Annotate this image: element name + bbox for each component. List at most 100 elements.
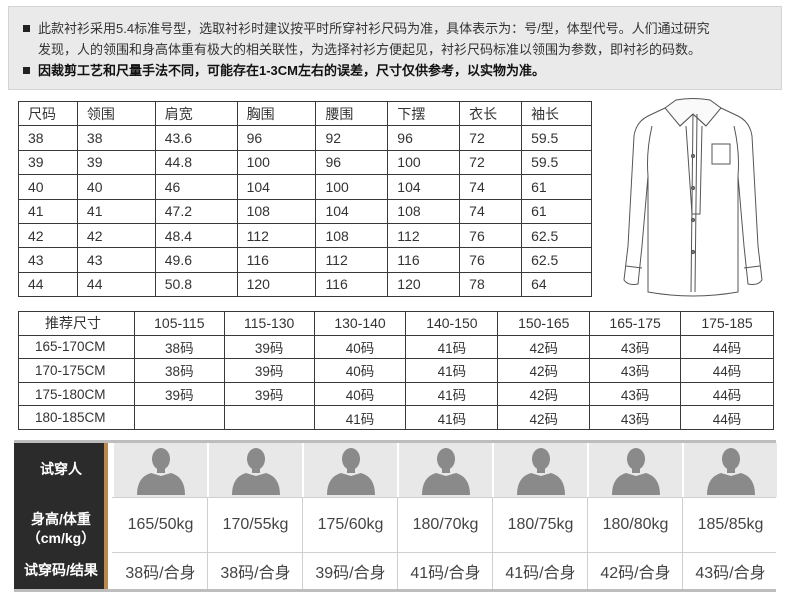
notice-line-2: 发现，人的领围和身高体重有极大的相关联性，为选择衬衫方便起见，衬衫尺码标准以领围… — [23, 39, 771, 60]
column-header: 领围 — [76, 100, 156, 127]
table-row: 40 40 46 104 100 104 74 61 — [18, 174, 592, 200]
table-row: 180-185CM 41码 41码 42码 43码 44码 — [18, 405, 774, 430]
table-cell: 44 — [76, 271, 156, 298]
label-height-weight-2: （cm/kg） — [26, 530, 96, 546]
table-row: 38 38 43.6 96 92 96 72 59.5 — [18, 125, 592, 151]
table-cell: 42码 — [497, 405, 591, 430]
column-header: 130-140 — [313, 311, 407, 336]
table-cell: 43码 — [589, 334, 682, 360]
table-cell: 42码 — [497, 381, 591, 407]
column-header: 140-150 — [405, 311, 499, 336]
column-header: 165-175 — [589, 311, 682, 336]
table-cell: 74 — [459, 198, 523, 224]
divider — [207, 497, 208, 589]
table-cell: 100 — [387, 149, 461, 176]
column-header: 推荐尺寸 — [18, 311, 135, 336]
table-cell: 41码 — [313, 405, 407, 430]
table-cell: 104 — [387, 174, 461, 200]
divider — [112, 552, 776, 553]
column-header: 肩宽 — [154, 100, 238, 127]
divider — [397, 497, 398, 589]
table-cell: 96 — [236, 125, 317, 151]
table-cell: 120 — [387, 271, 461, 298]
height-weight-value: 180/80kg — [602, 516, 669, 533]
table-cell: 44码 — [680, 381, 774, 407]
column-header: 105-115 — [133, 311, 225, 336]
table-cell: 120 — [236, 271, 317, 298]
label-height-weight-1: 身高/体重 — [31, 511, 91, 527]
table-cell: 72 — [459, 149, 523, 176]
person-silhouette-icon — [683, 443, 778, 497]
table-cell — [133, 405, 225, 430]
label-result: 试穿码/结果 — [24, 562, 98, 578]
table-cell: 50.8 — [154, 271, 238, 298]
table-cell: 92 — [315, 125, 389, 151]
table-row: 43 43 49.6 116 112 116 76 62.5 — [18, 247, 592, 273]
table-cell: 40码 — [313, 334, 407, 360]
table-cell: 175-180CM — [18, 381, 135, 407]
column-header: 115-130 — [223, 311, 315, 336]
divider — [14, 440, 776, 443]
divider — [492, 497, 493, 589]
table-cell: 39 — [18, 149, 78, 176]
table-cell: 46 — [154, 174, 238, 200]
table-cell: 40 — [76, 174, 156, 200]
table-cell: 61 — [521, 198, 592, 224]
person-silhouette-icon — [588, 443, 683, 497]
table-cell: 39 — [76, 149, 156, 176]
table-cell: 78 — [459, 271, 523, 298]
table-cell: 40码 — [313, 358, 407, 383]
divider — [682, 497, 683, 589]
height-weight-value: 185/85kg — [697, 516, 764, 533]
person-silhouette-icon — [303, 443, 398, 497]
table-cell: 74 — [459, 174, 523, 200]
table-cell: 43码 — [589, 381, 682, 407]
table-header-row: 推荐尺寸 105-115 115-130 130-140 140-150 150-165 1… — [18, 311, 774, 336]
table-cell: 44码 — [680, 334, 774, 360]
table-cell: 100 — [236, 149, 317, 176]
table-cell: 59.5 — [521, 149, 592, 176]
table-cell: 108 — [236, 198, 317, 224]
height-weight-value: 165/50kg — [127, 516, 194, 533]
table-cell: 43码 — [589, 358, 682, 383]
fit-result-value: 43码/合身 — [695, 565, 766, 582]
table-cell: 42 — [76, 222, 156, 249]
fit-result-value: 41码/合身 — [505, 565, 576, 582]
fit-result-value: 38码/合身 — [125, 565, 196, 582]
table-cell: 62.5 — [521, 222, 592, 249]
column-header: 腰围 — [315, 100, 389, 127]
column-header: 衣长 — [459, 100, 523, 127]
column-header: 胸围 — [236, 100, 317, 127]
person-silhouette-icon — [113, 443, 208, 497]
table-cell: 39码 — [223, 358, 315, 383]
divider — [112, 497, 776, 498]
table-cell: 76 — [459, 222, 523, 249]
table-cell: 108 — [315, 222, 389, 249]
table-cell: 49.6 — [154, 247, 238, 273]
table-cell: 104 — [315, 198, 389, 224]
table-row: 42 42 48.4 112 108 112 76 62.5 — [18, 222, 592, 249]
table-cell: 116 — [387, 247, 461, 273]
table-cell: 112 — [236, 222, 317, 249]
table-cell: 38 — [76, 125, 156, 151]
table-cell: 38码 — [133, 358, 225, 383]
divider — [587, 497, 588, 589]
table-cell: 170-175CM — [18, 358, 135, 383]
table-cell: 47.2 — [154, 198, 238, 224]
size-table: 尺码 领围 肩宽 胸围 腰围 下摆 衣长 袖长 38 38 43.6 96 92 96 72 59.5 39 39… — [18, 100, 592, 298]
table-cell: 39码 — [133, 381, 225, 407]
table-cell: 96 — [315, 149, 389, 176]
table-cell: 40 — [18, 174, 78, 200]
column-header: 150-165 — [497, 311, 591, 336]
table-cell: 41码 — [405, 358, 499, 383]
table-cell: 96 — [387, 125, 461, 151]
table-cell: 40码 — [313, 381, 407, 407]
divider — [302, 497, 303, 589]
table-cell: 43 — [18, 247, 78, 273]
table-cell: 41 — [76, 198, 156, 224]
table-row: 39 39 44.8 100 96 100 72 59.5 — [18, 149, 592, 176]
table-row: 175-180CM 39码 39码 40码 41码 42码 43码 44码 — [18, 381, 774, 407]
height-weight-value: 175/60kg — [317, 516, 384, 533]
table-cell: 43 — [76, 247, 156, 273]
table-cell: 59.5 — [521, 125, 592, 151]
